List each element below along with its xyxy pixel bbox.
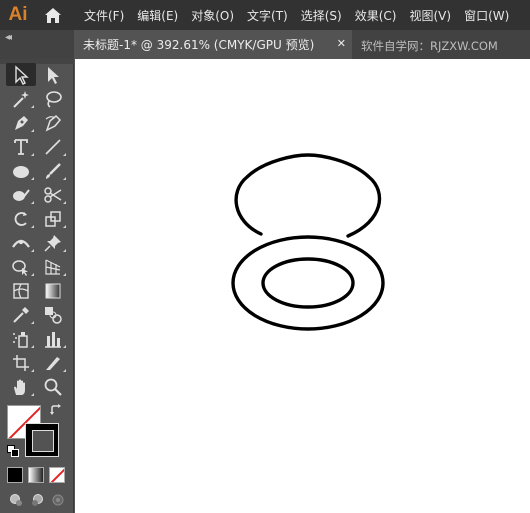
tools-panel — [0, 59, 74, 513]
zoom-magnifier-icon — [44, 378, 62, 396]
pin-icon — [44, 234, 61, 252]
hand-tool[interactable] — [6, 375, 36, 398]
direct-selection-arrow-icon — [48, 66, 59, 84]
gradient-mode-button[interactable] — [28, 467, 44, 483]
menu-window[interactable]: 窗口(W) — [464, 7, 509, 24]
home-button[interactable] — [36, 0, 70, 30]
artboard-icon — [13, 354, 29, 371]
perspective-grid-tool[interactable] — [38, 255, 68, 278]
column-graph-icon — [45, 331, 61, 348]
stroke-color-swatch[interactable] — [25, 423, 59, 457]
blend-tool[interactable] — [38, 303, 68, 326]
outer-ring-stroke — [231, 235, 385, 331]
document-tab-title: 未标题-1* @ 392.61% (CMYK/GPU 预览) — [83, 38, 315, 52]
width-icon — [12, 239, 30, 248]
draw-inside-icon — [52, 494, 64, 506]
type-tool[interactable] — [6, 135, 36, 158]
site-watermark: 软件自学网：RJZXW.COM — [361, 39, 498, 53]
none-mode-button[interactable] — [49, 467, 65, 483]
symbol-sprayer-tool[interactable] — [6, 327, 36, 350]
artwork-drawing — [231, 153, 385, 331]
color-mode-button[interactable] — [7, 467, 23, 483]
draw-normal-icon — [10, 494, 22, 506]
none-slash-icon — [50, 468, 64, 482]
line-segment-tool[interactable] — [38, 135, 68, 158]
magic-wand-tool[interactable] — [6, 87, 36, 110]
curvature-pen-icon — [45, 114, 62, 131]
perspective-grid-icon — [45, 258, 61, 275]
menu-edit[interactable]: 编辑(E) — [137, 7, 178, 24]
scale-tool[interactable] — [38, 207, 68, 230]
width-tool[interactable] — [6, 231, 36, 254]
app-logo: Ai — [8, 4, 28, 25]
scissors-tool[interactable] — [38, 183, 68, 206]
shape-builder-tool[interactable] — [6, 255, 36, 278]
rotate-icon — [14, 211, 27, 226]
ellipse-icon — [13, 165, 29, 178]
curvature-tool[interactable] — [38, 111, 68, 134]
draw-normal-button[interactable] — [8, 492, 24, 508]
inner-ring-stroke — [261, 257, 355, 309]
pen-tool[interactable] — [6, 111, 36, 134]
artboard-canvas[interactable] — [75, 59, 530, 513]
eyedropper-tool[interactable] — [6, 303, 36, 326]
swap-fill-stroke-icon[interactable] — [49, 403, 63, 417]
blend-icon — [45, 306, 62, 324]
draw-behind-button[interactable] — [29, 492, 45, 508]
menu-view[interactable]: 视图(V) — [409, 7, 451, 24]
document-tab[interactable]: 未标题-1* @ 392.61% (CMYK/GPU 预览) ✕ — [74, 30, 352, 59]
draw-inside-button[interactable] — [50, 492, 66, 508]
slice-knife-icon — [46, 356, 60, 370]
rotate-tool[interactable] — [6, 207, 36, 230]
type-icon — [14, 138, 28, 155]
close-tab-icon[interactable]: ✕ — [337, 37, 346, 50]
symbol-sprayer-icon — [13, 331, 28, 348]
paintbrush-tool[interactable] — [38, 159, 68, 182]
collapse-panel-icon[interactable]: ◂◂ — [5, 32, 12, 43]
default-fill-stroke-icon[interactable] — [7, 445, 19, 457]
gradient-icon — [45, 283, 61, 298]
draw-behind-icon — [32, 494, 43, 506]
ellipse-tool[interactable] — [6, 159, 36, 182]
pen-icon — [15, 115, 28, 130]
shaper-tool[interactable] — [6, 183, 36, 206]
upper-open-ellipse-stroke — [234, 153, 382, 238]
menu-file[interactable]: 文件(F) — [84, 7, 124, 24]
zoom-tool[interactable] — [38, 375, 68, 398]
column-graph-tool[interactable] — [38, 327, 68, 350]
puppet-warp-tool[interactable] — [38, 231, 68, 254]
eyedropper-icon — [13, 306, 29, 323]
artboard-tool[interactable] — [6, 351, 36, 374]
menu-items: 文件(F) 编辑(E) 对象(O) 文字(T) 选择(S) 效果(C) 视图(V… — [84, 7, 522, 24]
gradient-tool[interactable] — [38, 279, 68, 302]
menu-object[interactable]: 对象(O) — [191, 7, 234, 24]
lasso-tool[interactable] — [38, 87, 68, 110]
magic-wand-icon — [13, 90, 29, 108]
scissors-icon — [44, 186, 62, 203]
selection-arrow-icon — [15, 64, 29, 85]
hand-icon — [14, 379, 25, 395]
scale-icon — [45, 210, 61, 227]
direct-selection-tool[interactable] — [38, 63, 68, 86]
selection-tool[interactable] — [6, 63, 36, 86]
mesh-icon — [13, 282, 29, 299]
menu-effect[interactable]: 效果(C) — [355, 7, 397, 24]
home-icon — [45, 7, 61, 23]
mesh-tool[interactable] — [6, 279, 36, 302]
menu-bar: Ai 文件(F) 编辑(E) 对象(O) 文字(T) 选择(S) 效果(C) 视… — [0, 0, 530, 30]
menu-type[interactable]: 文字(T) — [247, 7, 288, 24]
line-segment-icon — [45, 138, 61, 155]
menu-select[interactable]: 选择(S) — [301, 7, 342, 24]
lasso-icon — [46, 90, 62, 108]
shape-builder-icon — [12, 259, 28, 276]
document-tab-bar: ◂◂ 未标题-1* @ 392.61% (CMYK/GPU 预览) ✕ 软件自学… — [0, 30, 530, 59]
shaper-icon — [13, 188, 30, 201]
paintbrush-icon — [46, 162, 61, 179]
slice-tool[interactable] — [38, 351, 68, 374]
